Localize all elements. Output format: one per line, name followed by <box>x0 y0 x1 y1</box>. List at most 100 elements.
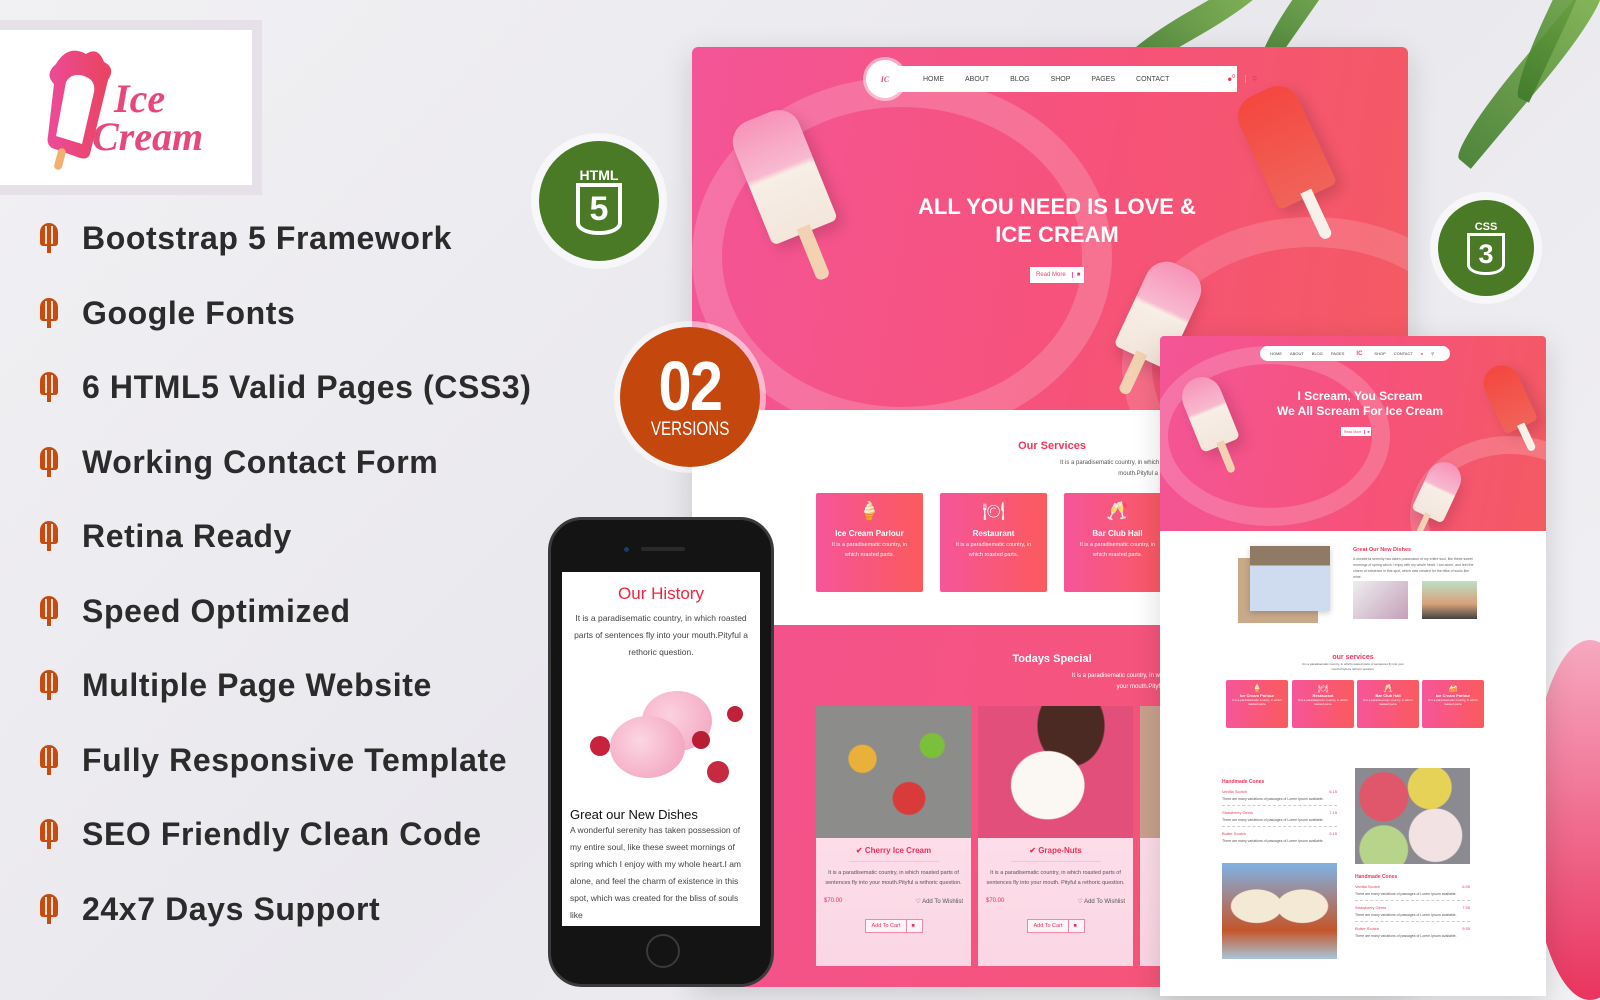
menu-item: Strawberry Gems 7.55 <box>1355 905 1470 910</box>
nav-shop[interactable]: SHOP <box>1374 351 1385 356</box>
css3-badge: CSS 3 <box>1438 200 1534 296</box>
popsicle-icon <box>40 372 58 402</box>
feature-item: Retina Ready <box>40 516 292 556</box>
nav-logo[interactable]: IC <box>866 60 904 98</box>
popsicle-icon <box>40 298 58 328</box>
product-card: ✔ Grape-Nuts It is a paradisematic count… <box>978 706 1133 966</box>
add-to-cart-button[interactable]: Add To Cart ■ <box>1026 919 1085 933</box>
menu-item: Vanilla Scotch 6.55 <box>1355 884 1470 889</box>
mobile-phone-mockup: Our History It is a paradisematic countr… <box>548 517 774 987</box>
popsicle-icon <box>40 670 58 700</box>
service-card[interactable]: 🍦 Ice Cream Parlour It is a paradisematic … <box>1226 680 1288 728</box>
hero-section: HOME ABOUT BLOG PAGES IC SHOP CONTACT ● … <box>1160 336 1546 531</box>
person-photo <box>1250 546 1330 611</box>
home-button[interactable] <box>646 934 680 968</box>
service-card[interactable]: 🍦 Ice Cream Parlour It is a paradisemati… <box>816 493 923 592</box>
feature-item: SEO Friendly Clean Code <box>40 814 482 854</box>
feature-item: 24x7 Days Support <box>40 889 380 929</box>
speaker <box>641 547 685 551</box>
versions-badge: 02 VERSIONS <box>620 327 760 467</box>
basket-icon: ■ <box>906 920 918 932</box>
wine-glasses-icon: 🥂 <box>1383 684 1393 693</box>
front-camera <box>624 547 629 552</box>
phone-screen: Our History It is a paradisematic countr… <box>562 572 760 926</box>
wine-glasses-icon: 🥂 <box>1106 501 1129 521</box>
logo-text: Ice Cream <box>92 76 204 159</box>
feature-item: Working Contact Form <box>40 442 438 482</box>
search-icon[interactable]: ⚲ <box>1431 351 1434 356</box>
popsicle-icon <box>40 819 58 849</box>
sundae-photo <box>1222 863 1337 959</box>
gelato-photo <box>1355 768 1470 864</box>
nav-home[interactable]: HOME <box>923 76 944 83</box>
basket-icon: ■ <box>1068 920 1080 932</box>
service-card[interactable]: 🥂 Bar Club Hall It is a paradisematic co… <box>1064 493 1171 592</box>
menu-list: Handmade Cones Vanilla Scotch 6.55 There a… <box>1355 874 1470 938</box>
menu-item: Butter Scotch 9.55 <box>1355 926 1470 931</box>
menu-item: Strawberry Gems 7.15 <box>1222 810 1337 815</box>
nav-home[interactable]: HOME <box>1270 351 1282 356</box>
read-more-button[interactable]: Read More ■ <box>1030 267 1085 283</box>
plate-cutlery-icon: 🍽 <box>1317 684 1329 693</box>
check-badge-icon: ✔ <box>855 846 863 855</box>
popsicle-icon <box>40 223 58 253</box>
menu-item: Vanilla Scotch 6.15 <box>1222 789 1337 794</box>
product-card: ✔ Cherry Ice Cream It is a paradisematic… <box>816 706 971 966</box>
brand-logo: Ice Cream <box>0 30 252 185</box>
feature-item: 6 HTML5 Valid Pages (CSS3) <box>40 367 532 407</box>
menu-item: Butter Scotch 9.15 <box>1222 831 1337 836</box>
dish-photo <box>1422 581 1477 619</box>
product-image <box>816 706 971 838</box>
desktop-mockup-second: HOME ABOUT BLOG PAGES IC SHOP CONTACT ● … <box>1160 336 1546 996</box>
cart-icon[interactable]: ● <box>1421 351 1423 356</box>
check-badge-icon: ✔ <box>1029 846 1036 855</box>
menu-list: Handmade Cones Vanilla Scotch 6.15 There a… <box>1222 779 1337 843</box>
nav-contact[interactable]: CONTACT <box>1136 76 1169 83</box>
nav-blog[interactable]: BLOG <box>1010 76 1029 83</box>
feature-item: Speed Optimized <box>40 591 351 631</box>
feature-item: Multiple Page Website <box>40 665 432 705</box>
css3-shield-icon: 3 <box>1467 233 1505 275</box>
search-icon[interactable]: ⚲ <box>1244 75 1257 83</box>
service-card[interactable]: 🍽 Restaurant It is a paradisematic country… <box>1292 680 1354 728</box>
nav-shop[interactable]: SHOP <box>1051 76 1071 83</box>
top-nav: HOME ABOUT BLOG SHOP PAGES CONTACT ●0 ⚲ <box>885 66 1257 92</box>
popsicle-icon <box>40 745 58 775</box>
dish-photo <box>1353 581 1408 619</box>
hero-title: ALL YOU NEED IS LOVE & ICE CREAM <box>918 194 1196 247</box>
nav-blog[interactable]: BLOG <box>1312 351 1323 356</box>
ice-cream-scoops-image <box>562 661 760 811</box>
add-to-wishlist-link[interactable]: ♡ Add To Wishlist <box>1077 898 1125 905</box>
top-nav: HOME ABOUT BLOG PAGES IC SHOP CONTACT ● … <box>1260 346 1450 361</box>
feature-item: Google Fonts <box>40 293 295 333</box>
popsicle-image <box>1230 78 1338 242</box>
html5-shield-icon: 5 <box>576 183 622 235</box>
cart-icon: ■ <box>1071 272 1085 278</box>
ice-cream-icon: 🍦 <box>858 501 881 521</box>
nav-logo[interactable]: IC <box>1356 351 1362 357</box>
service-card[interactable]: 🍽 Restaurant It is a paradisematic count… <box>940 493 1047 592</box>
cake-icon: 🍰 <box>1448 684 1458 693</box>
cart-icon[interactable]: ●0 <box>1227 74 1235 84</box>
popsicle-icon <box>40 521 58 551</box>
add-to-cart-button[interactable]: Add To Cart ■ <box>864 919 923 933</box>
feature-item: Bootstrap 5 Framework <box>40 218 452 258</box>
nav-about[interactable]: ABOUT <box>1290 351 1304 356</box>
nav-contact[interactable]: CONTACT <box>1394 351 1413 356</box>
plate-cutlery-icon: 🍽 <box>982 501 1005 521</box>
add-to-wishlist-link[interactable]: ♡ Add To Wishlist <box>915 898 963 905</box>
service-card[interactable]: 🍰 Ice Cream Parlour It is a paradisematic … <box>1422 680 1484 728</box>
product-image <box>978 706 1133 838</box>
cart-icon: ■ <box>1364 429 1371 434</box>
ice-cream-icon: 🍦 <box>1252 684 1262 693</box>
nav-pages[interactable]: PAGES <box>1091 76 1115 83</box>
read-more-button[interactable]: Read More ■ <box>1341 427 1372 436</box>
nav-pages[interactable]: PAGES <box>1331 351 1345 356</box>
feature-item: Fully Responsive Template <box>40 740 507 780</box>
popsicle-icon <box>40 596 58 626</box>
service-card[interactable]: 🥂 Bar Club Hall It is a paradisematic coun… <box>1357 680 1419 728</box>
popsicle-icon <box>40 894 58 924</box>
popsicle-icon <box>40 447 58 477</box>
nav-about[interactable]: ABOUT <box>965 76 989 83</box>
hero-title: I Scream, You Scream We All Scream For I… <box>1276 389 1444 418</box>
